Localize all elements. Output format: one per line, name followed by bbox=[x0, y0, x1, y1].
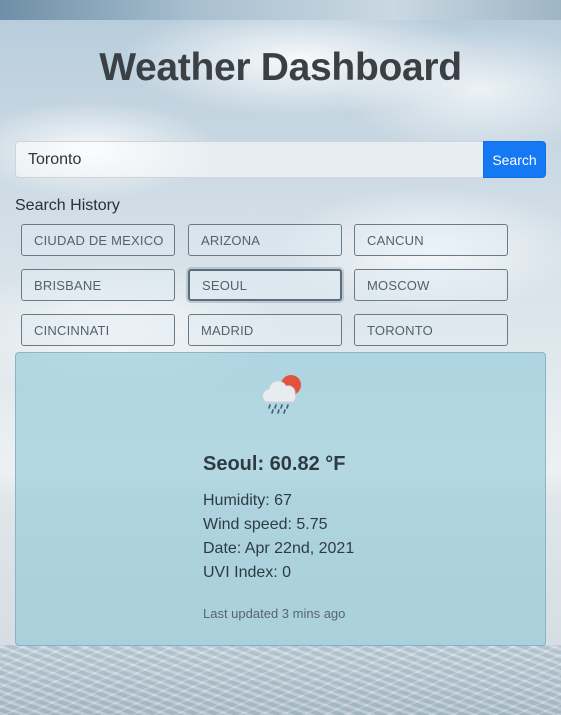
history-button-moscow[interactable]: MOSCOW bbox=[354, 269, 508, 301]
page-title: Weather Dashboard bbox=[99, 46, 462, 89]
humidity-text: Humidity: 67 bbox=[203, 492, 292, 509]
search-history-label: Search History bbox=[15, 197, 120, 214]
top-sky-strip bbox=[0, 0, 561, 20]
history-button-ciudad-de-mexico[interactable]: CIUDAD DE MEXICO bbox=[21, 224, 175, 256]
date-text: Date: Apr 22nd, 2021 bbox=[203, 540, 355, 557]
history-button-seoul[interactable]: SEOUL bbox=[188, 269, 342, 301]
uvi-index-text: UVI Index: 0 bbox=[203, 564, 292, 581]
history-button-madrid[interactable]: MADRID bbox=[188, 314, 342, 346]
history-button-brisbane[interactable]: BRISBANE bbox=[21, 269, 175, 301]
city-temperature: Seoul: 60.82 °F bbox=[203, 453, 346, 475]
history-button-cincinnati[interactable]: CINCINNATI bbox=[21, 314, 175, 346]
rain-cloud-sun-icon bbox=[262, 375, 301, 414]
search-button[interactable]: Search bbox=[483, 141, 546, 178]
history-button-toronto[interactable]: TORONTO bbox=[354, 314, 508, 346]
search-input[interactable] bbox=[15, 141, 484, 178]
last-updated-text: Last updated 3 mins ago bbox=[203, 606, 346, 621]
history-button-cancun[interactable]: CANCUN bbox=[354, 224, 508, 256]
history-button-arizona[interactable]: ARIZONA bbox=[188, 224, 342, 256]
wind-speed-text: Wind speed: 5.75 bbox=[203, 516, 328, 533]
salt-flat-ground bbox=[0, 645, 561, 715]
